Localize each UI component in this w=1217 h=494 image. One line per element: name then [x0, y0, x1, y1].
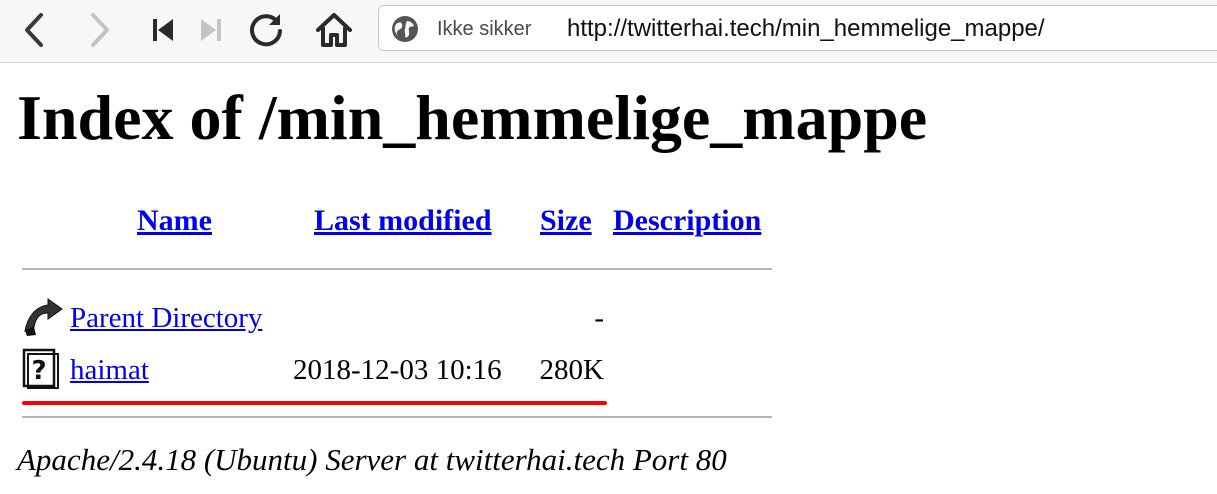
header-divider	[22, 268, 772, 270]
reload-icon	[250, 14, 282, 47]
column-header-last-modified: Last modified	[314, 202, 492, 240]
skip-back-button[interactable]	[146, 14, 180, 46]
home-button[interactable]	[312, 10, 356, 50]
reload-button[interactable]	[244, 10, 288, 50]
chevron-right-icon	[91, 13, 109, 47]
page-title: Index of /min_hemmelige_mappe	[17, 82, 928, 153]
parent-directory-link[interactable]: Parent Directory	[70, 302, 262, 334]
file-link-haimat[interactable]: haimat	[70, 354, 149, 386]
forward-button[interactable]	[80, 12, 120, 48]
list-item-modified: 2018-12-03 10:16	[293, 354, 502, 386]
skip-forward-icon	[201, 19, 221, 41]
skip-back-icon	[153, 19, 173, 41]
list-item-name: haimat	[70, 352, 149, 388]
globe-icon	[392, 16, 418, 42]
back-button[interactable]	[14, 12, 54, 48]
list-item-size: 280K	[539, 354, 604, 386]
list-item-size: -	[594, 302, 604, 334]
back-arrow-icon	[22, 297, 64, 342]
column-header-description: Description	[613, 202, 761, 240]
server-signature: Apache/2.4.18 (Ubuntu) Server at twitter…	[17, 442, 727, 477]
list-item-name: Parent Directory	[70, 300, 262, 336]
sort-by-description-link[interactable]: Description	[613, 204, 761, 237]
sort-by-name-link[interactable]: Name	[137, 204, 212, 237]
address-bar[interactable]: Ikke sikker http://twitterhai.tech/min_h…	[378, 5, 1217, 51]
unknown-file-icon: ?	[22, 348, 62, 395]
skip-forward-button[interactable]	[194, 14, 228, 46]
chevron-left-icon	[25, 13, 43, 47]
browser-toolbar: Ikke sikker http://twitterhai.tech/min_h…	[0, 0, 1217, 63]
security-label: Ikke sikker	[437, 18, 532, 40]
red-underline-annotation	[22, 401, 607, 405]
home-icon	[316, 13, 352, 47]
svg-text:?: ?	[31, 356, 46, 386]
column-header-name: Name	[137, 202, 212, 240]
sort-by-size-link[interactable]: Size	[540, 204, 592, 237]
column-header-size: Size	[540, 202, 592, 240]
footer-divider	[22, 416, 772, 418]
url-text[interactable]: http://twitterhai.tech/min_hemmelige_map…	[567, 6, 1045, 52]
sort-by-last-modified-link[interactable]: Last modified	[314, 204, 492, 237]
